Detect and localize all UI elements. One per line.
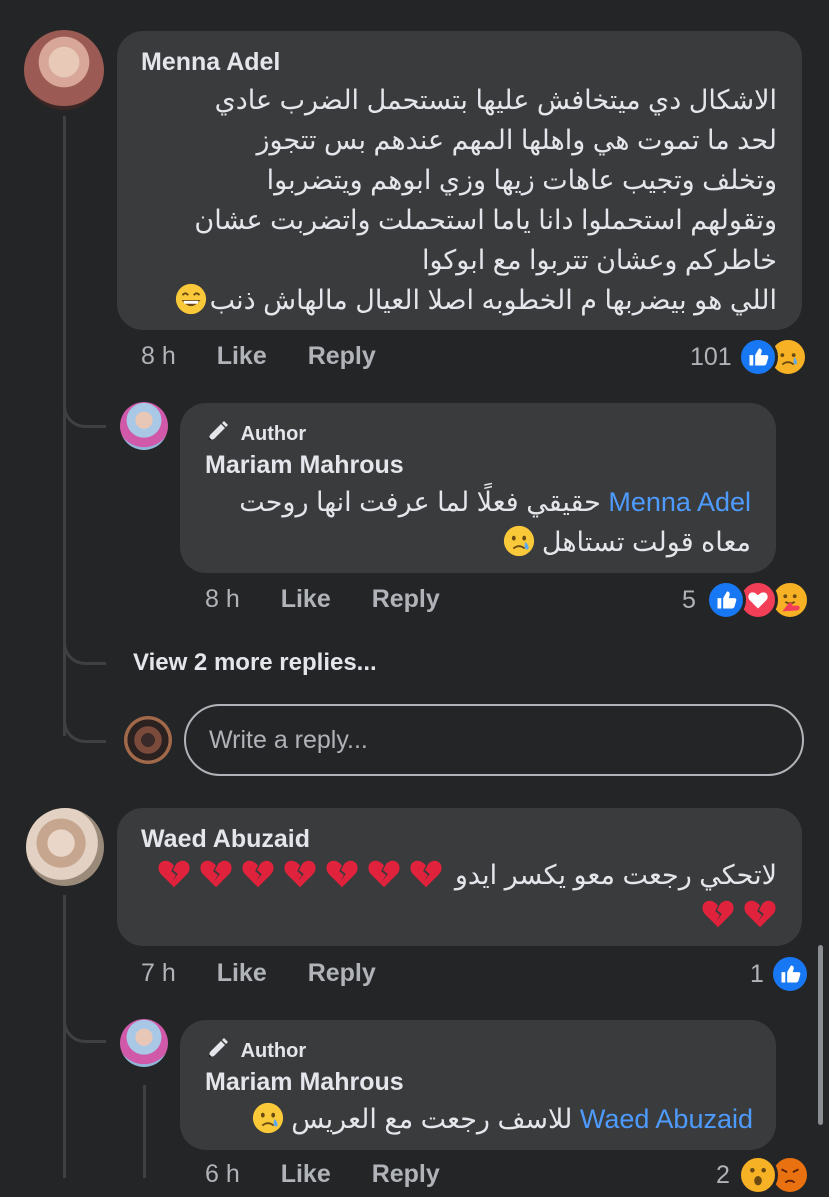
thread-connector [63,995,106,1043]
broken-heart-emoji [199,857,233,891]
like-button[interactable]: Like [281,585,331,614]
comment-actions: 7 h Like Reply [141,959,376,988]
reply-actions: 8 h Like Reply [205,585,440,614]
reaction-count[interactable]: 5 [682,586,696,615]
thread-connector [63,380,106,428]
broken-heart-emoji [409,857,443,891]
scrollbar[interactable] [818,945,823,1125]
broken-heart-emoji-row [157,860,443,890]
write-reply-placeholder: Write a reply... [209,726,368,754]
comment-text-line: وتقولهم استحملوا دانا ياما استحملت واتضر… [194,205,777,235]
reply-button[interactable]: Reply [308,342,376,371]
broken-heart-emoji [743,897,777,931]
like-button[interactable]: Like [281,1160,331,1189]
pen-icon [208,1038,228,1058]
comment-timestamp[interactable]: 8 h [141,342,176,371]
comment-text-line: لحد ما تموت هي واهلها المهم عندهم بس تتج… [256,125,777,155]
thread-connector [63,620,106,665]
mention-link[interactable]: Menna Adel [608,487,751,517]
avatar[interactable] [24,30,104,110]
thread-line [143,1085,146,1178]
broken-heart-emoji [701,897,735,931]
author-badge-label: Author [240,423,307,445]
reaction-count[interactable]: 1 [750,960,764,989]
pen-icon [208,421,228,441]
like-button[interactable]: Like [217,959,267,988]
like-button[interactable]: Like [217,342,267,371]
comment-author[interactable]: Waed Abuzaid [141,825,310,854]
like-reaction-icon [706,580,746,620]
reply-author[interactable]: Mariam Mahrous [205,1068,404,1097]
like-reaction-icon [738,337,778,377]
broken-heart-emoji [325,857,359,891]
author-badge: Author [205,1037,306,1063]
reply-actions: 6 h Like Reply [205,1160,440,1189]
author-badge: Author [205,420,306,446]
avatar[interactable] [124,716,172,764]
comment-text-line: الاشكال دي ميتخافش عليها بتستحمل الضرب ع… [214,85,777,115]
broken-heart-emoji [157,857,191,891]
avatar[interactable] [120,402,168,450]
reply-text-line: معاه قولت تستاهل [502,522,751,562]
broken-heart-emoji [367,857,401,891]
reaction-count[interactable]: 2 [716,1161,730,1190]
broken-heart-emoji [241,857,275,891]
like-reaction-icon [770,954,810,994]
broken-heart-emoji [283,857,317,891]
reply-text: معاه قولت تستاهل [541,527,751,557]
view-more-replies-link[interactable]: View 2 more replies... [133,649,377,677]
comment-text-line: لاتحكي رجعت معو يكسر ايدو [157,855,777,895]
reply-text: حقيقي فعلًا لما عرفت انها روحت [239,487,601,517]
comment-text-line: وتخلف وتجيب عاهات زيها وزي ابوهم ويتضربو… [266,165,777,195]
reply-button[interactable]: Reply [372,585,440,614]
comment-actions: 8 h Like Reply [141,342,376,371]
mention-link[interactable]: Waed Abuzaid [580,1104,753,1134]
author-badge-label: Author [240,1040,307,1062]
reply-text: للاسف رجعت مع العريس [291,1104,573,1134]
avatar[interactable] [26,808,104,886]
comment-text: لاتحكي رجعت معو يكسر ايدو [454,860,777,890]
thread-connector [63,700,106,743]
reply-text-line: Waed Abuzaid للاسف رجعت مع العريس [251,1099,753,1139]
thread-line [63,895,66,1178]
grinning-emoji [174,282,208,316]
comment-text-line [701,895,777,935]
reply-text-line: Menna Adel حقيقي فعلًا لما عرفت انها روح… [239,482,751,522]
comment-timestamp[interactable]: 7 h [141,959,176,988]
avatar[interactable] [120,1019,168,1067]
comment-text-line: اللي هو بيضربها م الخطوبه اصلا العيال ما… [174,280,777,320]
comment-author[interactable]: Menna Adel [141,48,280,77]
reply-author[interactable]: Mariam Mahrous [205,451,404,480]
wow-reaction-icon [738,1155,778,1195]
reaction-count[interactable]: 101 [690,343,732,372]
reply-timestamp[interactable]: 6 h [205,1160,240,1189]
comment-text-line: خاطركم وعشان تتربوا مع ابوكوا [421,245,777,275]
reply-timestamp[interactable]: 8 h [205,585,240,614]
reply-button[interactable]: Reply [308,959,376,988]
crying-face-emoji [502,524,536,558]
comment-text: اللي هو بيضربها م الخطوبه اصلا العيال ما… [209,285,777,315]
reply-button[interactable]: Reply [372,1160,440,1189]
crying-face-emoji [251,1101,285,1135]
